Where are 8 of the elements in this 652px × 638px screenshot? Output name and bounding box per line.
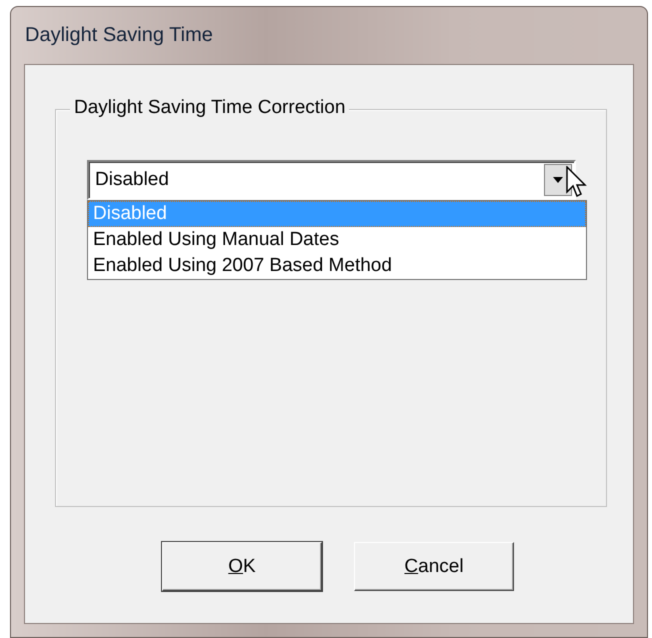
caret-icon xyxy=(553,177,563,183)
dropdown-option[interactable]: Enabled Using 2007 Based Method xyxy=(88,253,586,279)
dialog-button[interactable]: OK xyxy=(162,542,322,591)
dialog-button[interactable]: Cancel xyxy=(354,542,514,591)
dropdown-option[interactable]: Enabled Using Manual Dates xyxy=(88,227,586,253)
window-title: Daylight Saving Time xyxy=(25,24,213,47)
group-label: Daylight Saving Time Correction xyxy=(70,97,350,119)
pointer-cursor-icon xyxy=(566,166,588,198)
